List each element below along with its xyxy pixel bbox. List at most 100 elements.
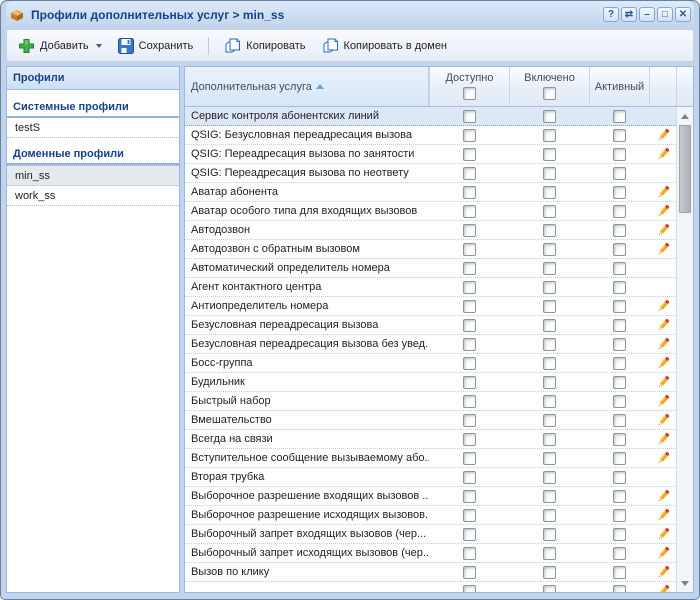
available-checkbox[interactable] [463,585,476,593]
enabled-checkbox[interactable] [543,148,556,161]
table-row[interactable]: Выборочное разрешение входящих вызовов .… [185,487,676,506]
enabled-checkbox[interactable] [543,376,556,389]
enabled-checkbox[interactable] [543,300,556,313]
table-row[interactable]: Аватар абонента [185,183,676,202]
table-row[interactable]: Всегда на связи [185,430,676,449]
column-header-enabled[interactable]: Включено [509,67,589,106]
edit-pencil-icon[interactable] [656,394,670,409]
scrollbar-thumb[interactable] [679,125,691,213]
column-header-active[interactable]: Активный [589,67,649,106]
edit-pencil-icon[interactable] [656,375,670,390]
enabled-checkbox[interactable] [543,509,556,522]
edit-pencil-icon[interactable] [656,356,670,371]
enabled-checkbox[interactable] [543,395,556,408]
enabled-checkbox[interactable] [543,281,556,294]
available-checkbox[interactable] [463,319,476,332]
available-checkbox[interactable] [463,148,476,161]
actions-cell[interactable] [649,527,676,542]
enabled-checkbox[interactable] [543,566,556,579]
edit-pencil-icon[interactable] [656,128,670,143]
actions-cell[interactable] [649,546,676,561]
active-checkbox[interactable] [613,490,626,503]
actions-cell[interactable] [649,204,676,219]
table-row[interactable]: Вступительное сообщение вызываемому або.… [185,449,676,468]
available-checkbox[interactable] [463,300,476,313]
enabled-checkbox[interactable] [543,243,556,256]
active-checkbox[interactable] [613,224,626,237]
active-checkbox[interactable] [613,566,626,579]
active-checkbox[interactable] [613,471,626,484]
help-button[interactable]: ? [603,7,619,22]
table-row[interactable]: Безусловная переадресация вызова без уве… [185,335,676,354]
scroll-up-button[interactable] [677,108,693,124]
edit-pencil-icon[interactable] [656,147,670,162]
copy-to-domain-button[interactable]: Копировать в домен [317,34,452,57]
available-checkbox[interactable] [463,243,476,256]
active-checkbox[interactable] [613,433,626,446]
active-checkbox[interactable] [613,376,626,389]
table-row[interactable]: Автодозвон [185,221,676,240]
edit-pencil-icon[interactable] [656,584,670,593]
actions-cell[interactable] [649,432,676,447]
table-row[interactable]: Выборочный запрет входящих вызовов (чер.… [185,525,676,544]
active-checkbox[interactable] [613,414,626,427]
enabled-checkbox[interactable] [543,110,556,123]
active-checkbox[interactable] [613,262,626,275]
edit-pencil-icon[interactable] [656,318,670,333]
table-row[interactable]: Босс-группа [185,354,676,373]
enabled-checkbox[interactable] [543,547,556,560]
edit-pencil-icon[interactable] [656,546,670,561]
enabled-checkbox[interactable] [543,186,556,199]
enabled-checkbox[interactable] [543,129,556,142]
available-checkbox[interactable] [463,547,476,560]
available-checkbox[interactable] [463,129,476,142]
enabled-header-checkbox[interactable] [543,87,556,100]
available-checkbox[interactable] [463,110,476,123]
actions-cell[interactable] [649,508,676,523]
edit-pencil-icon[interactable] [656,337,670,352]
table-row[interactable]: Антиопределитель номера [185,297,676,316]
active-checkbox[interactable] [613,300,626,313]
table-row[interactable]: Выборочный запрет исходящих вызовов (чер… [185,544,676,563]
title-bar[interactable]: Профили дополнительных услуг > min_ss ?⇄… [6,1,694,28]
active-checkbox[interactable] [613,243,626,256]
enabled-checkbox[interactable] [543,414,556,427]
active-checkbox[interactable] [613,281,626,294]
available-checkbox[interactable] [463,281,476,294]
available-header-checkbox[interactable] [463,87,476,100]
actions-cell[interactable] [649,185,676,200]
active-checkbox[interactable] [613,395,626,408]
actions-cell[interactable] [649,337,676,352]
table-row[interactable]: Автоматический определитель номера [185,259,676,278]
active-checkbox[interactable] [613,129,626,142]
save-button[interactable]: Сохранить [113,35,199,57]
column-header-available[interactable]: Доступно [429,67,509,106]
active-checkbox[interactable] [613,547,626,560]
table-row[interactable]: Агент контактного центра [185,278,676,297]
available-checkbox[interactable] [463,528,476,541]
table-row[interactable]: Будильник [185,373,676,392]
active-checkbox[interactable] [613,319,626,332]
enabled-checkbox[interactable] [543,319,556,332]
enabled-checkbox[interactable] [543,452,556,465]
table-row[interactable]: Выборочное разрешение исходящих вызовов.… [185,506,676,525]
minimize-button[interactable]: – [639,7,655,22]
actions-cell[interactable] [649,356,676,371]
maximize-button[interactable]: □ [657,7,673,22]
enabled-checkbox[interactable] [543,338,556,351]
active-checkbox[interactable] [613,167,626,180]
close-button[interactable]: ✕ [675,7,691,22]
actions-cell[interactable] [649,147,676,162]
available-checkbox[interactable] [463,414,476,427]
table-row[interactable]: Аватар особого типа для входящих вызовов [185,202,676,221]
active-checkbox[interactable] [613,509,626,522]
edit-pencil-icon[interactable] [656,432,670,447]
enabled-checkbox[interactable] [543,490,556,503]
available-checkbox[interactable] [463,186,476,199]
actions-cell[interactable] [649,451,676,466]
enabled-checkbox[interactable] [543,205,556,218]
enabled-checkbox[interactable] [543,262,556,275]
table-row[interactable]: Сервис контроля абонентских линий [185,107,676,126]
table-row[interactable]: Вмешательство [185,411,676,430]
edit-pencil-icon[interactable] [656,527,670,542]
